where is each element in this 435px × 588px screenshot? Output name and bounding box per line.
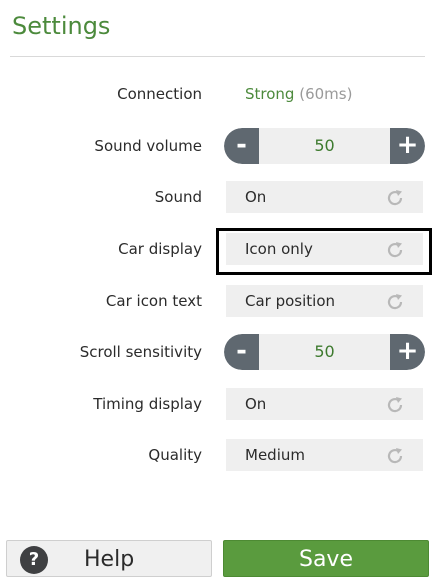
sound-volume-stepper: - 50 + [224,128,425,164]
help-button[interactable]: ? Help [6,540,212,577]
connection-ping: (60ms) [299,85,353,103]
sound-volume-value: 50 [314,136,335,155]
car-icon-text-row: Car icon text Car position [0,283,435,319]
timing-display-value: On [245,395,267,413]
sound-label: Sound [154,188,202,206]
car-icon-text-label: Car icon text [105,292,202,310]
car-display-row: Car display Icon only [0,228,435,275]
help-button-label: Help [84,547,135,572]
sound-row: Sound On [0,179,435,215]
save-button-label: Save [298,547,353,572]
title-divider [10,56,425,57]
connection-row: Connection Strong (60ms) [0,76,435,112]
scroll-sensitivity-increase-button[interactable]: + [390,334,425,370]
selection-highlight [216,228,432,275]
save-button[interactable]: Save [223,540,429,577]
refresh-icon [387,190,403,206]
quality-label: Quality [148,446,202,464]
timing-display-label: Timing display [93,395,202,413]
sound-volume-increase-button[interactable]: + [390,128,425,164]
timing-display-row: Timing display On [0,386,435,422]
sound-value: On [245,188,267,206]
scroll-sensitivity-label: Scroll sensitivity [79,343,202,361]
sound-toggle[interactable]: On [226,181,423,213]
scroll-sensitivity-decrease-button[interactable]: - [224,334,259,370]
refresh-icon [387,397,403,413]
sound-volume-label: Sound volume [94,137,202,155]
scroll-sensitivity-stepper: - 50 + [224,334,425,370]
connection-value: Strong (60ms) [245,76,352,112]
refresh-icon [387,448,403,464]
question-icon: ? [20,546,48,574]
car-display-label: Car display [118,240,202,258]
car-icon-text-toggle[interactable]: Car position [226,285,423,317]
car-icon-text-value: Car position [245,292,336,310]
quality-row: Quality Medium [0,437,435,473]
refresh-icon [387,294,403,310]
quality-toggle[interactable]: Medium [226,439,423,471]
page-title: Settings [12,12,111,40]
scroll-sensitivity-row: Scroll sensitivity - 50 + [0,334,435,370]
timing-display-toggle[interactable]: On [226,388,423,420]
connection-label: Connection [117,85,202,103]
sound-volume-row: Sound volume - 50 + [0,128,435,164]
connection-status: Strong [245,85,295,103]
scroll-sensitivity-value: 50 [314,342,335,361]
sound-volume-decrease-button[interactable]: - [224,128,259,164]
quality-value: Medium [245,446,305,464]
